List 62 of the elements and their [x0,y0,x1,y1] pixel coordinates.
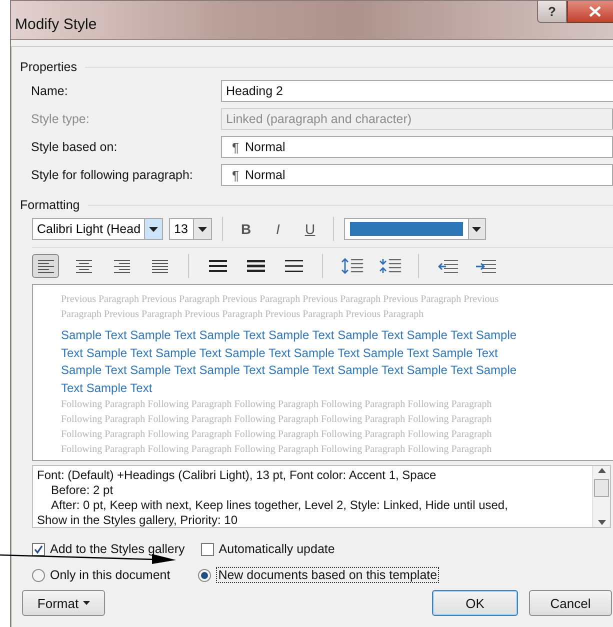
description-text: Before: 2 pt [50,483,114,498]
description-text: Show in the Styles gallery, Priority: 10 [37,513,239,528]
align-left-icon [38,260,54,272]
field-label: Style for following paragraph: [31,168,194,182]
close-icon [589,6,601,17]
double-spacing-icon [284,260,302,272]
help-button[interactable]: ? [537,1,567,23]
decrease-spacing-icon [378,258,400,274]
font-color-dropdown[interactable] [344,218,486,240]
increase-spacing-icon [340,258,362,274]
field-label: Name: [31,84,69,98]
section-heading: Properties [20,60,77,74]
align-right-icon [114,260,130,272]
dropdown-arrow-icon [472,226,482,232]
style-dropdown[interactable]: ¶ Normal [221,136,613,158]
description-text: Font: (Default) +Headings (Calibri Light), 13 pt, Font color: Accent 1, Space [37,468,438,483]
radio-option[interactable]: Only in this document [32,568,170,582]
align-justify-icon [152,260,168,272]
checkbox[interactable] [200,542,214,556]
dropdown-arrow-icon [198,226,207,232]
radio-button[interactable] [32,568,45,582]
sample-text: Text Sample Text [61,380,154,396]
checkbox-option[interactable]: Automatically update [200,542,335,556]
line-spacing-icon [246,260,264,272]
increase-indent-icon [476,260,496,272]
checkbox[interactable] [32,542,45,556]
radio-button[interactable] [198,568,212,582]
align-left-button[interactable] [32,254,59,278]
field-label: Style type: [31,112,90,126]
cancel-button[interactable]: Cancel [529,590,612,616]
preview-text: Previous Paragraph Previous Paragraph Previous Paragraph Previous Paragraph Previous Paragraph Previous [61,293,500,307]
scroll-down-icon[interactable] [598,520,606,525]
style-dropdown[interactable]: ¶ Normal [221,164,613,186]
preview-text: Following Paragraph Following Paragraph Following Paragraph Following Paragraph Following Paragraph [61,398,493,412]
align-center-icon [76,260,92,272]
decrease-indent-icon [438,260,458,272]
name-field[interactable]: Heading 2 [221,80,613,102]
ok-button[interactable]: OK [432,590,518,616]
scrollbar[interactable] [592,466,610,527]
caret-icon [82,601,90,605]
description-text: After: 0 pt, Keep with next, Keep lines together, Level 2, Style: Linked, Hide until used, [50,498,509,513]
preview-text: Following Paragraph Following Paragraph Following Paragraph Following Paragraph Following Paragraph [61,413,493,427]
sample-text: Text Sample Text Sample Text Sample Text Sample Text Sample Text Sample Text [61,344,499,362]
dropdown-arrow-icon [149,226,158,232]
format-button[interactable]: Format [22,590,105,616]
single-spacing-icon [208,260,226,272]
scroll-up-icon[interactable] [598,468,606,473]
preview-text: Following Paragraph Following Paragraph Following Paragraph Following Paragraph Following Paragraph [61,443,493,457]
font-dropdown[interactable]: Calibri Light (Head [32,218,163,240]
window-title: Modify Style [15,16,97,33]
sample-text: Sample Text Sample Text Sample Text Sample Text Sample Text Sample Text Sample [61,362,518,379]
section-heading: Formatting [20,198,80,212]
close-button[interactable] [567,1,613,23]
font-size-dropdown[interactable]: 13 [169,218,212,240]
preview-text: Following Paragraph Following Paragraph Following Paragraph Following Paragraph Following Paragraph [61,428,493,442]
field-label: Style based on: [31,140,118,154]
checkbox-option[interactable]: Add to the Styles gallery [32,542,185,556]
italic-button[interactable]: I [265,218,291,240]
underline-button[interactable]: U [297,218,323,240]
sample-text: Sample Text Sample Text Sample Text Sample Text Sample Text Sample Text Sample [61,327,518,344]
preview-text: Paragraph Previous Paragraph Previous Paragraph Previous Paragraph Previous Paragraph [61,308,425,322]
bold-button[interactable]: B [233,218,259,240]
